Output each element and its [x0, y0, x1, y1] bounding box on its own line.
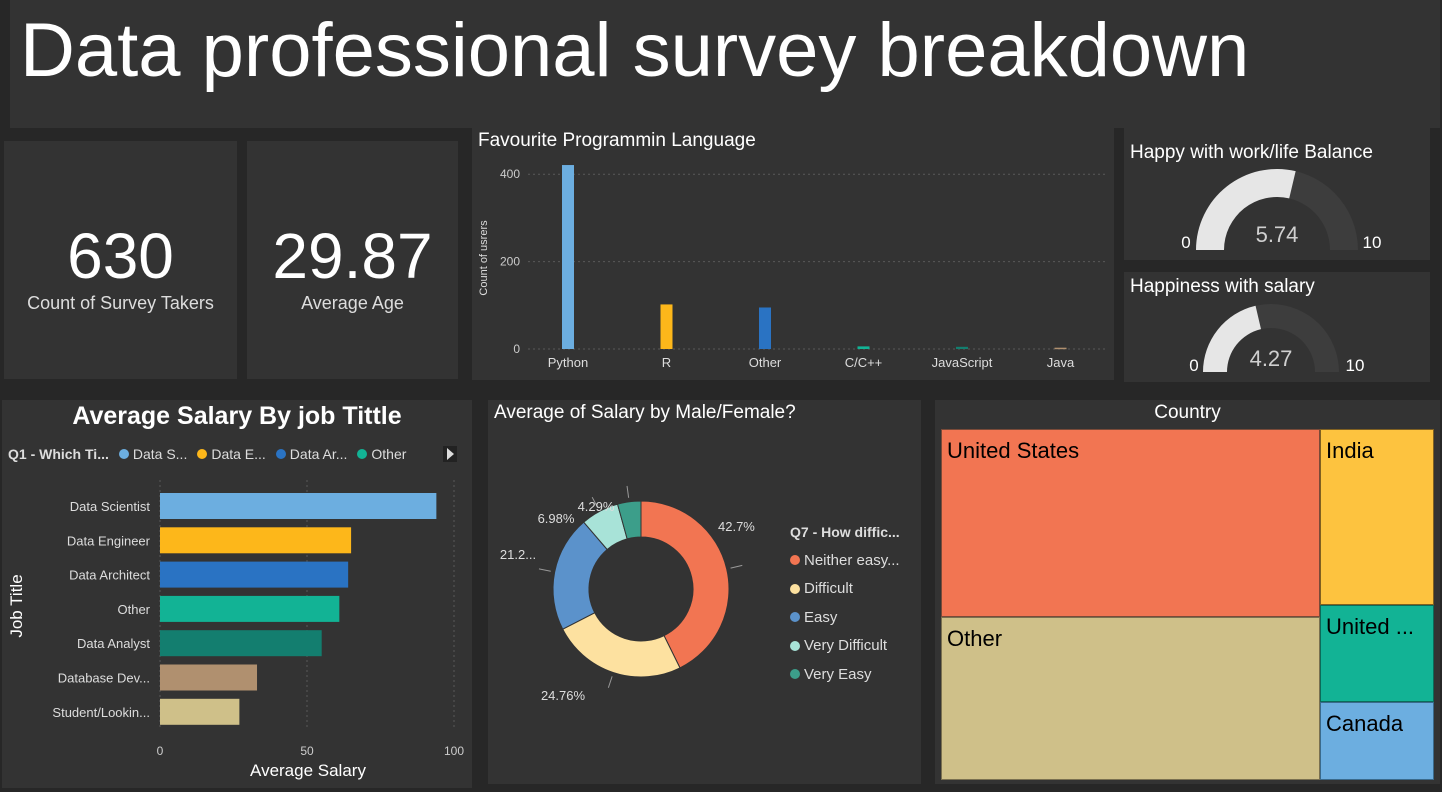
slice-label: 4.29% — [578, 499, 615, 514]
worklife-gauge-panel[interactable]: Happy with work/life Balance 5.74 0 10 — [1124, 128, 1430, 260]
bar — [160, 561, 349, 588]
y-tick-label: 400 — [500, 167, 520, 181]
x-tick-label: 0 — [157, 744, 164, 758]
gauge-min: 0 — [1189, 356, 1198, 375]
y-axis-label: Count of usrers — [478, 220, 490, 296]
x-tick-label: R — [662, 355, 671, 370]
donut-legend-label: Easy — [804, 608, 838, 626]
bar — [160, 664, 258, 691]
donut-legend-title: Q7 - How diffic... — [790, 524, 900, 540]
donut-slice — [562, 612, 681, 678]
bar — [759, 307, 771, 349]
donut-legend-item[interactable]: Neither easy... — [790, 546, 900, 575]
difficulty-donut-panel[interactable]: Average of Salary by Male/Female? 42.7% 2… — [488, 400, 921, 784]
bar — [1054, 347, 1067, 350]
bar — [160, 493, 437, 519]
leader-line — [538, 568, 551, 572]
average-age-value: 29.87 — [272, 220, 433, 292]
treemap-tile-canada[interactable]: Canada — [1320, 702, 1434, 780]
gauge-max: 10 — [1346, 356, 1365, 375]
y-tick-label: Data Architect — [69, 568, 150, 583]
survey-takers-value: 630 — [67, 220, 174, 292]
treemap-label: Other — [947, 626, 1003, 651]
bar — [562, 165, 574, 349]
salary-gauge-svg: 4.27 0 10 — [1189, 304, 1365, 375]
treemap-tile-united-states[interactable]: United States — [941, 429, 1320, 617]
y-tick-label: 0 — [513, 342, 520, 356]
legend-dot — [790, 555, 800, 566]
x-tick-label: 50 — [300, 744, 314, 758]
donut-legend-item[interactable]: Very Easy — [790, 660, 900, 689]
y-tick-label: Database Dev... — [58, 671, 150, 686]
treemap-tile-india[interactable]: India — [1320, 429, 1434, 605]
y-tick-label: Data Scientist — [70, 499, 151, 514]
donut-legend-label: Difficult — [804, 580, 853, 598]
bar — [160, 630, 322, 657]
language-chart-panel[interactable]: Favourite Programmin Language 0 200 400 Cou… — [472, 128, 1114, 380]
survey-takers-label: Count of Survey Takers — [27, 293, 214, 313]
x-tick-label: Python — [548, 355, 588, 370]
leader-line — [626, 485, 630, 498]
legend-dot — [790, 640, 800, 651]
treemap-label: Canada — [1326, 711, 1404, 736]
donut-legend-label: Very Difficult — [804, 637, 888, 655]
x-axis-label: Average Salary — [250, 761, 366, 780]
x-tick-label: C/C++ — [845, 355, 883, 370]
legend-dot — [790, 583, 800, 594]
leader-line — [607, 676, 613, 688]
donut-legend-label: Neither easy... — [804, 551, 900, 569]
bar — [857, 346, 870, 349]
x-tick-label: Java — [1047, 355, 1075, 370]
x-tick-label: 100 — [444, 744, 464, 758]
donut-legend: Q7 - How diffic... Neither easy... Diffi… — [790, 524, 910, 689]
legend-dot — [790, 612, 800, 623]
donut-legend-item[interactable]: Very Difficult — [790, 632, 900, 661]
y-tick-label: Data Analyst — [77, 636, 150, 651]
average-age-card[interactable]: 29.87 Average Age — [247, 141, 458, 379]
donut-legend-label: Very Easy — [804, 665, 872, 683]
gauge-max: 10 — [1363, 233, 1382, 252]
country-treemap-panel[interactable]: Country United States Other India United… — [935, 400, 1440, 784]
page-title: Data professional survey breakdown — [20, 8, 1250, 93]
survey-takers-card[interactable]: 630 Count of Survey Takers — [4, 141, 237, 379]
y-tick-label: Student/Lookin... — [52, 705, 150, 720]
bar — [160, 595, 340, 622]
legend-dot — [790, 669, 800, 680]
gauge-value: 4.27 — [1250, 346, 1293, 371]
leader-line — [730, 564, 743, 569]
treemap-tile-united-kingdom[interactable]: United ... — [1320, 605, 1434, 702]
donut-legend-item[interactable]: Difficult — [790, 575, 900, 604]
y-axis-label: Job Title — [7, 574, 26, 637]
gauge-value: 5.74 — [1256, 222, 1299, 247]
treemap-title: Country — [1154, 402, 1221, 423]
language-chart-svg: 0 200 400 Count of usrers Python R Other C/C++ J… — [478, 165, 1108, 370]
treemap-label: United ... — [1326, 614, 1415, 639]
x-tick-label: Other — [749, 355, 782, 370]
header-panel: Data professional survey breakdown — [10, 0, 1440, 128]
bar — [660, 304, 673, 349]
bar — [956, 346, 968, 349]
slice-label: 21.2... — [500, 547, 536, 562]
job-salary-panel[interactable]: Average Salary By job Tittle Q1 - Which … — [2, 400, 472, 788]
bar — [160, 527, 352, 554]
worklife-gauge-svg: 5.74 0 10 — [1181, 169, 1382, 252]
donut-legend-item[interactable]: Easy — [790, 603, 900, 632]
treemap-tile-other[interactable]: Other — [941, 617, 1320, 780]
y-tick-label: Data Engineer — [67, 533, 151, 548]
bar — [160, 698, 240, 725]
treemap-label: India — [1326, 438, 1374, 463]
slice-label: 24.76% — [541, 688, 586, 703]
treemap-label: United States — [947, 438, 1080, 463]
gauge-min: 0 — [1181, 233, 1190, 252]
slice-label: 6.98% — [538, 511, 575, 526]
y-tick-label: 200 — [500, 255, 520, 269]
average-age-label: Average Age — [301, 293, 404, 313]
job-salary-svg: 0 50 100 Data Scientist Data Engineer Data Ar… — [7, 480, 464, 780]
salary-gauge-panel[interactable]: Happiness with salary 4.27 0 10 — [1124, 272, 1430, 382]
x-tick-label: JavaScript — [932, 355, 993, 370]
slice-label: 42.7% — [718, 519, 755, 534]
y-tick-label: Other — [117, 602, 150, 617]
